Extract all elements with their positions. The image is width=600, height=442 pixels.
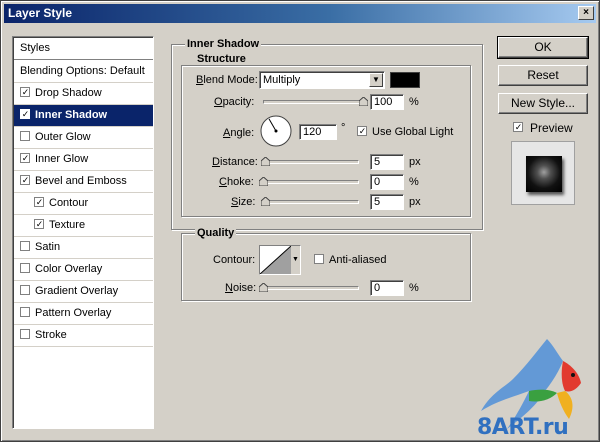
styles-item-pattern-overlay[interactable]: Pattern Overlay	[14, 303, 153, 325]
choke-unit: %	[409, 176, 419, 188]
opacity-input[interactable]: 100	[370, 94, 404, 110]
angle-input[interactable]: 120	[299, 124, 337, 140]
opacity-slider[interactable]	[263, 100, 367, 104]
quality-title: Quality	[195, 227, 237, 239]
distance-label: Distance:	[212, 156, 258, 168]
noise-label: Noise:	[225, 282, 257, 294]
styles-item-label: Bevel and Emboss	[35, 175, 127, 187]
blend-mode-value: Multiply	[263, 74, 301, 86]
styles-item-checkbox[interactable]	[20, 109, 30, 119]
distance-unit: px	[409, 156, 421, 168]
styles-list: Styles Blending Options: Default Drop Sha…	[12, 36, 154, 429]
styles-item-checkbox[interactable]	[20, 241, 30, 251]
styles-item-label: Outer Glow	[35, 131, 91, 143]
new-style-button[interactable]: New Style...	[498, 93, 588, 114]
styles-item-blending-options-default[interactable]: Blending Options: Default	[14, 61, 153, 83]
style-preview	[511, 141, 575, 205]
close-button[interactable]: ×	[578, 6, 594, 20]
styles-item-inner-glow[interactable]: Inner Glow	[14, 149, 153, 171]
preview-thumbnail	[526, 156, 562, 192]
choke-slider-thumb[interactable]	[259, 177, 268, 186]
title-bar: Layer Style ×	[4, 4, 596, 23]
anti-aliased-checkbox[interactable]	[314, 254, 324, 264]
angle-dial[interactable]	[259, 114, 293, 148]
styles-item-stroke[interactable]: Stroke	[14, 325, 153, 347]
noise-slider[interactable]	[263, 286, 359, 290]
styles-item-label: Stroke	[35, 329, 67, 341]
preview-label[interactable]: Preview	[530, 121, 573, 135]
size-label: Size:	[231, 196, 256, 208]
styles-item-checkbox[interactable]	[20, 285, 30, 295]
styles-item-label: Blending Options: Default	[20, 65, 145, 77]
choke-label: Choke:	[219, 176, 254, 188]
distance-slider[interactable]	[263, 160, 359, 164]
watermark-text: 8ART.ru	[477, 415, 569, 440]
use-global-light-checkbox[interactable]	[357, 126, 367, 136]
structure-title: Structure	[195, 53, 248, 65]
distance-input[interactable]: 5	[370, 154, 404, 170]
chevron-down-icon[interactable]: ▼	[291, 246, 300, 274]
blend-mode-label: Blend Mode:	[196, 74, 258, 86]
noise-slider-thumb[interactable]	[259, 283, 268, 292]
contour-label: Contour:	[213, 254, 256, 266]
styles-item-label: Texture	[49, 219, 86, 231]
noise-unit: %	[409, 282, 419, 294]
choke-slider[interactable]	[263, 180, 359, 184]
styles-item-outer-glow[interactable]: Outer Glow	[14, 127, 153, 149]
styles-item-inner-shadow[interactable]: Inner Shadow	[14, 105, 153, 127]
styles-item-checkbox[interactable]	[34, 197, 44, 207]
layer-style-dialog: Layer Style × Styles Blending Options: D…	[0, 0, 600, 442]
panel-title: Inner Shadow	[185, 38, 262, 50]
ok-button[interactable]: OK	[497, 36, 589, 59]
anti-aliased-label[interactable]: Anti-aliased	[329, 254, 386, 266]
styles-item-checkbox[interactable]	[20, 131, 30, 141]
contour-curve-icon	[260, 246, 291, 274]
distance-slider-thumb[interactable]	[260, 157, 270, 166]
opacity-slider-thumb[interactable]	[359, 97, 368, 106]
styles-item-label: Contour	[49, 197, 89, 209]
shadow-color-swatch[interactable]	[390, 72, 420, 88]
styles-item-checkbox[interactable]	[20, 153, 30, 163]
reset-button[interactable]: Reset	[498, 65, 588, 86]
window-title: Layer Style	[8, 6, 73, 20]
blend-mode-select[interactable]: Multiply ▼	[259, 71, 385, 89]
styles-item-texture[interactable]: Texture	[14, 215, 153, 237]
styles-item-checkbox[interactable]	[20, 307, 30, 317]
preview-checkbox[interactable]	[513, 122, 523, 132]
styles-item-checkbox[interactable]	[34, 219, 44, 229]
angle-label: Angle:	[223, 127, 255, 139]
styles-item-label: Pattern Overlay	[35, 307, 112, 319]
size-slider-thumb[interactable]	[260, 197, 270, 206]
styles-item-label: Satin	[35, 241, 61, 253]
styles-item-color-overlay[interactable]: Color Overlay	[14, 259, 153, 281]
use-global-light-label[interactable]: Use Global Light	[372, 126, 453, 138]
angle-unit: °	[341, 122, 346, 134]
styles-item-drop-shadow[interactable]: Drop Shadow	[14, 83, 153, 105]
styles-item-contour[interactable]: Contour	[14, 193, 153, 215]
choke-input[interactable]: 0	[370, 174, 404, 190]
styles-item-bevel-and-emboss[interactable]: Bevel and Emboss	[14, 171, 153, 193]
blend-mode-label-text: lend Mode:	[203, 74, 258, 86]
styles-item-label: Color Overlay	[35, 263, 103, 275]
chevron-down-icon[interactable]: ▼	[369, 73, 383, 87]
styles-item-checkbox[interactable]	[20, 87, 30, 97]
contour-picker[interactable]: ▼	[259, 245, 301, 275]
opacity-label: Opacity:	[214, 96, 255, 108]
styles-item-checkbox[interactable]	[20, 175, 30, 185]
size-slider[interactable]	[263, 200, 359, 204]
styles-item-satin[interactable]: Satin	[14, 237, 153, 259]
size-input[interactable]: 5	[370, 194, 404, 210]
styles-item-checkbox[interactable]	[20, 329, 30, 339]
styles-item-label: Gradient Overlay	[35, 285, 119, 297]
styles-item-label: Drop Shadow	[35, 87, 102, 99]
noise-input[interactable]: 0	[370, 280, 404, 296]
styles-item-checkbox[interactable]	[20, 263, 30, 273]
size-unit: px	[409, 196, 421, 208]
opacity-unit: %	[409, 96, 419, 108]
styles-header[interactable]: Styles	[14, 38, 153, 60]
styles-item-label: Inner Shadow	[35, 109, 108, 121]
styles-item-gradient-overlay[interactable]: Gradient Overlay	[14, 281, 153, 303]
styles-item-label: Inner Glow	[35, 153, 89, 165]
